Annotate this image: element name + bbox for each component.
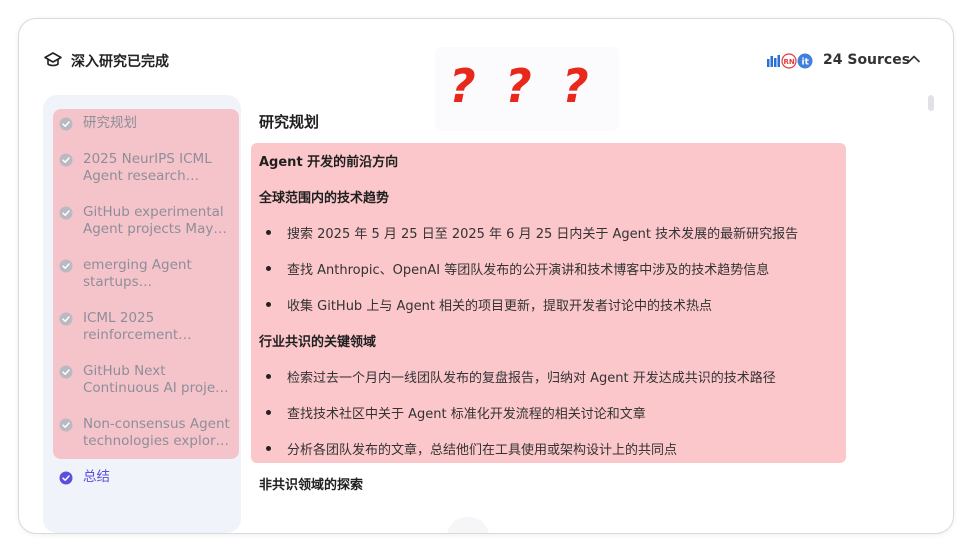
content-heading: 研究规划 [259, 113, 320, 131]
check-circle-icon [59, 365, 73, 379]
step-label: 总结 [83, 469, 110, 485]
sources-count[interactable]: 24 Sources [823, 52, 910, 68]
research-steps-sidebar: 研究规划 2025 NeurIPS ICML Agent research… G… [43, 95, 241, 533]
bullet-dot [266, 446, 271, 451]
graduation-cap-icon [44, 52, 62, 67]
step-label: Non-consensus Agent technologies explor… [83, 416, 230, 449]
chevron-up-icon[interactable] [907, 52, 921, 66]
check-circle-icon [59, 206, 73, 220]
step-label: 2025 NeurIPS ICML Agent research… [83, 151, 212, 184]
step-label: 研究规划 [83, 115, 137, 131]
group-title: 全球范围内的技术趋势 [259, 191, 390, 206]
list-item: 查找 Anthropic、OpenAI 等团队发布的公开演讲和技术博客中涉及的技… [287, 263, 770, 278]
step-label: emerging Agent startups… [83, 257, 192, 290]
list-item: 分析各团队发布的文章，总结他们在工具使用或架构设计上的共同点 [287, 443, 678, 458]
check-circle-icon [59, 259, 73, 273]
check-circle-icon [59, 117, 73, 131]
bullet-dot [266, 374, 271, 379]
svg-text:RN: RN [784, 58, 795, 66]
step-label: GitHub Next Continuous AI proje… [83, 363, 229, 396]
next-section-title: 非共识领域的探索 [259, 478, 364, 493]
check-circle-icon [59, 471, 73, 485]
scrollbar-thumb[interactable] [928, 95, 934, 111]
list-item: 检索过去一个月内一线团队发布的复盘报告，归纳对 Agent 开发达成共识的技术路… [287, 371, 776, 386]
step-label: ICML 2025 reinforcement… [83, 310, 192, 343]
research-plan-content: 研究规划 Agent 开发的前沿方向 全球范围内的技术趋势 搜索 2025 年 … [251, 103, 911, 533]
deep-research-card: 深入研究已完成 RN it 24 Sources ? ? ? 研究规划 2025… [18, 18, 954, 534]
check-circle-icon [59, 153, 73, 167]
check-circle-icon [59, 312, 73, 326]
group-title: 行业共识的关键领域 [259, 335, 377, 350]
bullet-dot [266, 410, 271, 415]
source-logos-icon: RN it [767, 53, 813, 69]
step-label: GitHub experimental Agent projects May… [83, 204, 227, 237]
bullet-dot [266, 266, 271, 271]
check-circle-icon [59, 418, 73, 432]
bullet-dot [266, 230, 271, 235]
card-title: 深入研究已完成 [71, 54, 169, 70]
svg-text:it: it [802, 58, 810, 68]
list-item: 搜索 2025 年 5 月 25 日至 2025 年 6 月 25 日内关于 A… [287, 227, 799, 242]
section-title: Agent 开发的前沿方向 [259, 155, 399, 170]
bullet-dot [266, 302, 271, 307]
list-item: 收集 GitHub 上与 Agent 相关的项目更新，提取开发者讨论中的技术热点 [287, 299, 713, 314]
list-item: 查找技术社区中关于 Agent 标准化开发流程的相关讨论和文章 [287, 407, 646, 422]
